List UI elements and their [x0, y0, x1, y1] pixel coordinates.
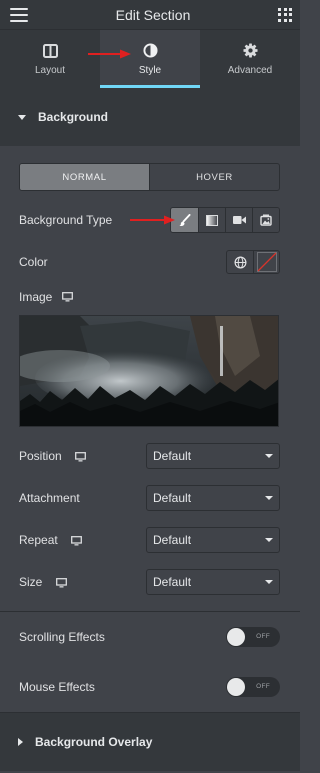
grid-icon[interactable] — [278, 7, 292, 22]
position-select[interactable]: Default — [146, 443, 280, 469]
repeat-label: Repeat — [19, 533, 58, 547]
position-value: Default — [153, 449, 192, 463]
mouse-effects-label: Mouse Effects — [19, 680, 95, 694]
background-type-label: Background Type — [19, 213, 113, 227]
panel-header: Edit Section — [0, 0, 300, 30]
tab-advanced[interactable]: Advanced — [200, 30, 300, 88]
size-row: Size Default — [19, 569, 280, 595]
attachment-label: Attachment — [19, 491, 80, 505]
brush-icon[interactable] — [171, 208, 198, 232]
desktop-icon[interactable] — [71, 535, 82, 546]
size-value: Default — [153, 575, 192, 589]
switch-knob — [227, 678, 245, 696]
chevron-down-icon — [265, 454, 273, 458]
tab-layout-label: Layout — [34, 64, 66, 76]
tab-advanced-label: Advanced — [227, 64, 273, 76]
switch-knob — [227, 628, 245, 646]
size-select[interactable]: Default — [146, 569, 280, 595]
mouse-effects-row: Mouse Effects OFF — [0, 662, 300, 712]
color-label: Color — [19, 255, 48, 269]
gradient-icon[interactable] — [198, 208, 225, 232]
repeat-select[interactable]: Default — [146, 527, 280, 553]
mouse-effects-switch[interactable]: OFF — [226, 677, 280, 697]
section-overlay-title: Background Overlay — [35, 735, 153, 749]
background-type-options — [170, 207, 280, 233]
desktop-icon[interactable] — [62, 292, 74, 302]
switch-off-text: OFF — [256, 633, 270, 640]
chevron-down-icon — [265, 496, 273, 500]
scrolling-effects-switch[interactable]: OFF — [226, 627, 280, 647]
tab-style[interactable]: Style — [100, 30, 200, 88]
normal-tab[interactable]: NORMAL — [20, 164, 149, 190]
repeat-label-group: Repeat — [19, 533, 82, 547]
background-type-row: Background Type — [19, 206, 280, 234]
tab-layout[interactable]: Layout — [0, 30, 100, 88]
color-control — [226, 250, 280, 274]
tab-bar: Layout Style Advanced — [0, 30, 300, 88]
size-label-group: Size — [19, 575, 67, 589]
position-label: Position — [19, 449, 62, 463]
globe-icon[interactable] — [227, 251, 253, 273]
switch-off-text: OFF — [256, 683, 270, 690]
caret-right-icon — [18, 738, 23, 746]
gear-icon — [242, 43, 258, 59]
background-image-preview[interactable] — [19, 315, 279, 427]
repeat-value: Default — [153, 533, 192, 547]
image-label-row: Image — [19, 289, 280, 305]
color-row: Color — [19, 249, 280, 275]
caret-down-icon — [18, 114, 26, 120]
section-background-toggle[interactable]: Background — [0, 88, 300, 146]
chevron-down-icon — [265, 580, 273, 584]
desktop-icon[interactable] — [55, 577, 67, 588]
attachment-value: Default — [153, 491, 192, 505]
desktop-icon[interactable] — [75, 451, 86, 462]
repeat-row: Repeat Default — [19, 527, 280, 553]
color-swatch-empty[interactable] — [253, 251, 279, 273]
attachment-select[interactable]: Default — [146, 485, 280, 511]
half-circle-icon — [142, 43, 158, 59]
state-toggle: NORMAL HOVER — [19, 163, 280, 191]
scrolling-effects-label: Scrolling Effects — [19, 630, 105, 644]
position-row: Position Default — [19, 443, 280, 469]
scrolling-effects-row: Scrolling Effects OFF — [0, 612, 300, 662]
section-background-title: Background — [38, 110, 109, 124]
chevron-down-icon — [265, 538, 273, 542]
slideshow-icon[interactable] — [252, 208, 279, 232]
panel-title: Edit Section — [115, 6, 191, 23]
size-label: Size — [19, 575, 43, 589]
attachment-row: Attachment Default — [19, 485, 280, 511]
video-icon[interactable] — [225, 208, 252, 232]
image-label: Image — [19, 290, 53, 304]
columns-icon — [42, 43, 58, 59]
position-label-group: Position — [19, 449, 86, 463]
hamburger-icon[interactable] — [10, 7, 28, 22]
section-background-overlay-toggle[interactable]: Background Overlay — [0, 713, 300, 771]
background-controls: NORMAL HOVER Background Type Color Image… — [0, 163, 300, 595]
tab-style-label: Style — [138, 64, 162, 76]
hover-tab[interactable]: HOVER — [149, 164, 279, 190]
